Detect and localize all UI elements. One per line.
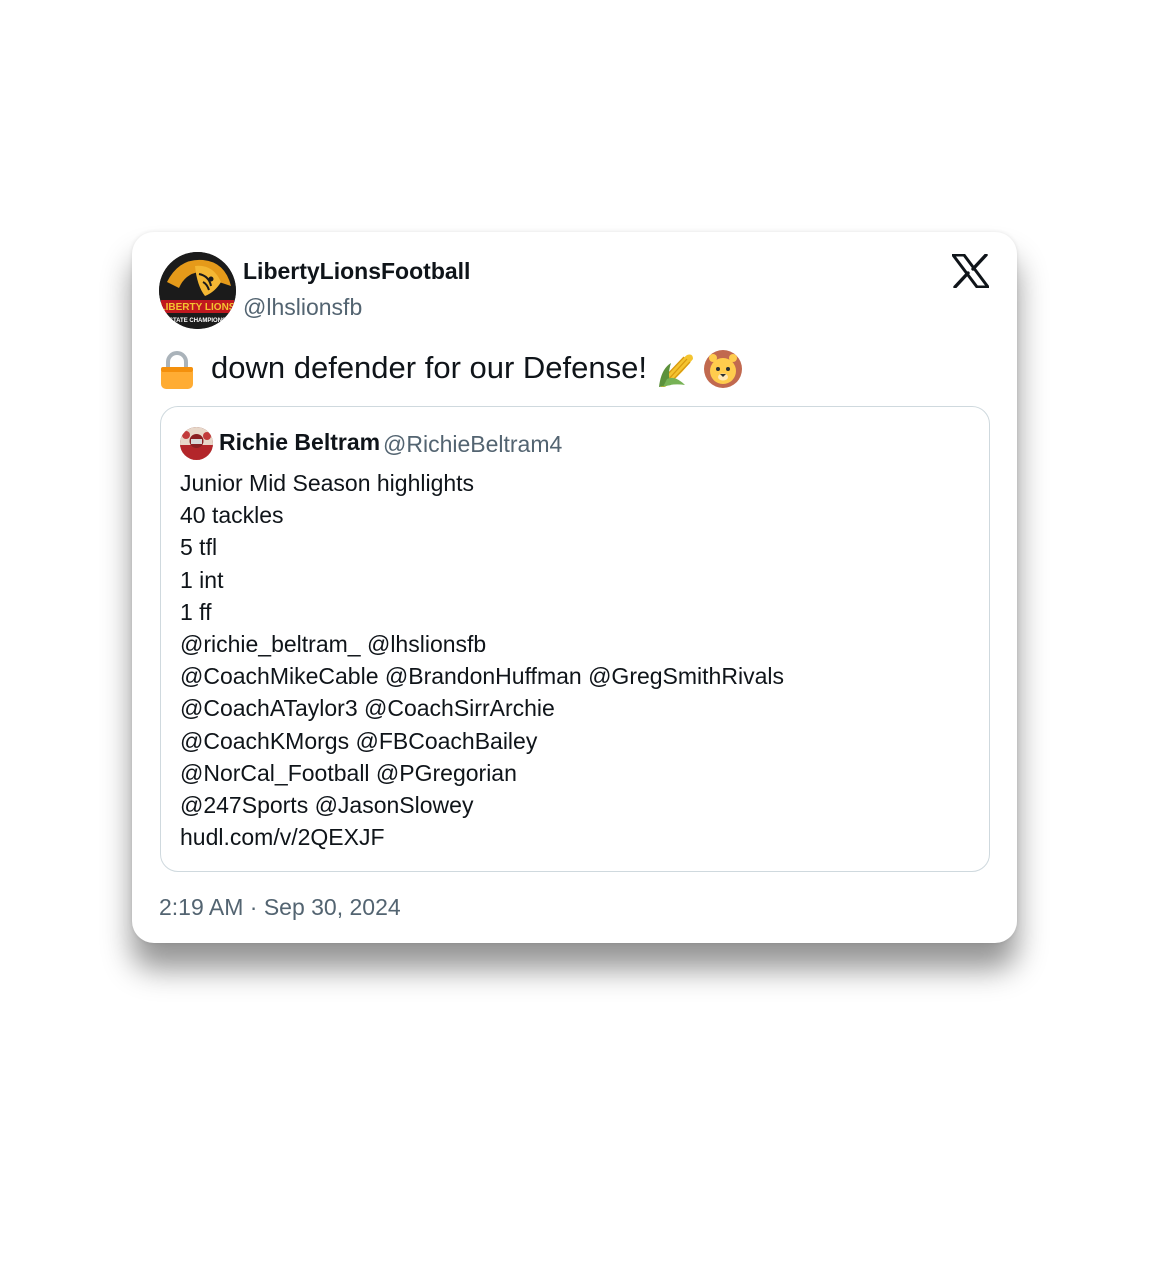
mention-line[interactable]: @247Sports @JasonSlowey [180,789,784,821]
corn-icon [659,354,693,387]
quoted-author-avatar[interactable] [180,427,213,460]
quoted-text-line: 5 tfl [180,534,218,561]
quoted-text-line: 1 ff [180,598,212,625]
tweet-card: LIBERTY LIONS STATE CHAMPIONS LibertyLio… [132,232,1017,943]
mention-line[interactable]: @CoachKMorgs @FBCoachBailey [180,725,784,757]
author-display-name[interactable]: LibertyLionsFootball [243,258,470,285]
quoted-tweet-text: Junior Mid Season highlights 40 tackles … [180,467,784,853]
mention-line[interactable]: @CoachATaylor3 @CoachSirrArchie [180,692,784,724]
quoted-text-line: 40 tackles [180,502,284,529]
mention-line[interactable]: @CoachMikeCable @BrandonHuffman @GregSmi… [180,660,784,692]
quoted-text-line: Junior Mid Season highlights [180,470,475,496]
mention-line[interactable]: @NorCal_Football @PGregorian [180,757,784,789]
svg-text:STATE CHAMPIONS: STATE CHAMPIONS [169,318,226,324]
lock-icon [161,351,193,389]
quoted-tweet[interactable]: Richie Beltram @RichieBeltram4 Junior Mi… [160,406,990,872]
x-logo-icon[interactable] [952,254,989,288]
svg-text:LIBERTY LIONS: LIBERTY LIONS [160,302,236,313]
tweet-timestamp[interactable]: 2:19 AM · Sep 30, 2024 [159,894,401,921]
liberty-lions-logo: LIBERTY LIONS STATE CHAMPIONS [159,252,236,329]
quoted-author-handle[interactable]: @RichieBeltram4 [383,431,562,458]
hudl-link[interactable]: hudl.com/v/2QEXJF [180,821,784,853]
lion-face-icon [704,350,742,388]
mention-line[interactable]: @richie_beltram_ @lhslionsfb [180,628,784,660]
tweet-text: down defender for our Defense! [159,346,743,390]
author-handle[interactable]: @lhslionsfb [243,294,362,321]
author-avatar[interactable]: LIBERTY LIONS STATE CHAMPIONS [159,252,236,329]
tweet-text-content: down defender for our Defense! [211,350,647,385]
quoted-author-name[interactable]: Richie Beltram [219,429,380,456]
quoted-text-line: 1 int [180,566,224,593]
user-avatar [180,427,213,460]
